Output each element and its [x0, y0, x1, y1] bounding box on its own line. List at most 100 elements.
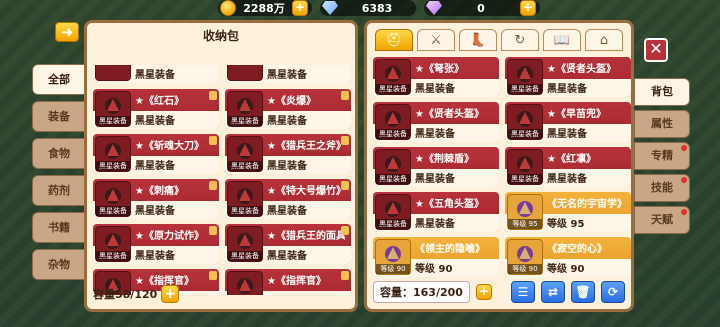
- item-subtitle: 黑星装备: [267, 116, 307, 127]
- lock-icon: [209, 181, 217, 190]
- item-icon: 黑星装备: [507, 59, 543, 95]
- item-card[interactable]: 等级 95 《无名的宇宙学》 等级 95: [505, 192, 631, 232]
- storage-grid: 黑星装备 黑星装备 黑星装备 ★《红石》 黑星装备 黑星装备 ★《炎爆》 黑星装备 黑星装备 ★《…: [93, 65, 353, 295]
- item-icon: 黑星装备: [227, 181, 263, 217]
- item-card[interactable]: 黑星装备 ★《炎爆》 黑星装备: [225, 89, 351, 129]
- item-subtitle: 黑星装备: [267, 70, 307, 81]
- gold-amount: 2288万: [243, 2, 285, 15]
- item-icon: 等级 90: [375, 239, 411, 275]
- item-subtitle: 黑星装备: [267, 161, 307, 172]
- ring-filter-icon[interactable]: ↻: [501, 29, 539, 51]
- item-card[interactable]: 黑星装备 ★《早苗兜》 黑星装备: [505, 102, 631, 142]
- purple-gem-currency: 0 +: [424, 0, 540, 16]
- back-button[interactable]: ➜: [55, 22, 79, 42]
- lock-icon: [209, 271, 217, 280]
- add-purple-gem-button[interactable]: +: [520, 0, 536, 16]
- item-card[interactable]: 等级 90 《寂空的心》 等级 90: [505, 237, 631, 277]
- refresh-icon[interactable]: ⟳: [601, 281, 625, 303]
- item-subtitle: 黑星装备: [547, 129, 587, 140]
- item-name: ★《红石》: [135, 96, 184, 107]
- item-card[interactable]: 黑星装备 ★《原力试作》 黑星装备: [93, 224, 219, 264]
- item-name: ★《五角头盔》: [415, 199, 484, 210]
- tab-skills[interactable]: 技能: [634, 174, 690, 202]
- item-card[interactable]: 黑星装备 ★《刺痛》 黑星装备: [93, 179, 219, 219]
- close-button[interactable]: ✕: [644, 38, 668, 62]
- item-name: ★《早苗兜》: [547, 109, 606, 120]
- trash-icon[interactable]: 🗑: [571, 281, 595, 303]
- expand-storage-button[interactable]: +: [161, 285, 180, 303]
- notification-dot: [681, 145, 687, 151]
- tab-equipment[interactable]: 装备: [32, 101, 86, 132]
- gold-coin-icon: [220, 0, 236, 16]
- item-card[interactable]: 黑星装备 ★《红石》 黑星装备: [93, 89, 219, 129]
- item-card[interactable]: 黑星装备 ★《指挥官》: [225, 269, 351, 295]
- item-name: 《寂空的心》: [547, 244, 607, 255]
- lock-icon: [341, 136, 349, 145]
- tab-all[interactable]: 全部: [32, 64, 86, 95]
- character-tabs: 背包 属性 专精 技能 天赋: [634, 78, 690, 238]
- house-filter-icon[interactable]: ⌂: [585, 29, 623, 51]
- item-name: ★《原力试作》: [135, 231, 204, 242]
- item-name: ★《红凛》: [547, 154, 596, 165]
- item-card[interactable]: 黑星装备 ★《斩魂大刀》 黑星装备: [93, 134, 219, 174]
- tab-talent[interactable]: 天赋: [634, 206, 690, 234]
- notification-dot: [681, 177, 687, 183]
- storage-title: 收纳包: [202, 29, 239, 43]
- item-card[interactable]: 黑星装备: [225, 65, 351, 83]
- tab-backpack[interactable]: 背包: [634, 78, 690, 106]
- item-name: ★《猎兵王之斧》: [267, 141, 345, 152]
- backpack-grid: 黑星装备 ★《弩张》 黑星装备 黑星装备 ★《贤者头盔》 黑星装备 黑星装备 ★《贤者头盔》黑…: [373, 57, 631, 282]
- item-name: ★《刺痛》: [135, 186, 184, 197]
- helmet-filter-icon[interactable]: ⛑: [375, 29, 413, 51]
- diamond-amount: 6383: [361, 1, 393, 15]
- tab-mastery[interactable]: 专精: [634, 142, 690, 170]
- list-icon[interactable]: ☰: [511, 281, 535, 303]
- item-card[interactable]: 黑星装备 ★《猎兵王之斧》 黑星装备: [225, 134, 351, 174]
- item-icon: 黑星装备: [507, 104, 543, 140]
- item-name: ★《荆棘盾》: [415, 154, 474, 165]
- item-subtitle: 黑星装备: [267, 206, 307, 217]
- item-card[interactable]: 黑星装备 ★《贤者头盔》 黑星装备: [373, 102, 499, 142]
- item-card[interactable]: 黑星装备 ★《荆棘盾》 黑星装备: [373, 147, 499, 187]
- item-card[interactable]: 黑星装备 ★《贤者头盔》 黑星装备: [505, 57, 631, 97]
- currency-bar: 2288万 + 6383 0 +: [218, 0, 540, 16]
- item-name: ★《指挥官》: [267, 276, 326, 287]
- item-card[interactable]: 黑星装备: [93, 65, 219, 83]
- item-icon: 黑星装备: [227, 91, 263, 127]
- item-icon: [227, 65, 263, 81]
- item-name: 《领主的隐喻》: [415, 244, 485, 255]
- book-filter-icon[interactable]: 📖: [543, 29, 581, 51]
- item-card[interactable]: 黑星装备 ★《猎兵王的面具》黑星装备: [225, 224, 351, 264]
- tab-potion[interactable]: 药剂: [32, 175, 86, 206]
- category-tabs: 全部 装备 食物 药剂 书籍 杂物: [32, 64, 86, 286]
- item-name: ★《贤者头盔》: [415, 109, 484, 120]
- notification-dot: [681, 209, 687, 215]
- swap-icon[interactable]: ⇄: [541, 281, 565, 303]
- item-card[interactable]: 黑星装备 ★《红凛》 黑星装备: [505, 147, 631, 187]
- tab-books[interactable]: 书籍: [32, 212, 86, 243]
- item-name: 《无名的宇宙学》: [547, 199, 625, 210]
- lock-icon: [209, 226, 217, 235]
- item-subtitle: 黑星装备: [135, 206, 175, 217]
- item-icon: 黑星装备: [227, 271, 263, 295]
- item-card[interactable]: 黑星装备 ★《特大号爆竹》 黑星装备: [225, 179, 351, 219]
- item-card[interactable]: 黑星装备 ★《五角头盔》 黑星装备: [373, 192, 499, 232]
- item-card[interactable]: 黑星装备 ★《弩张》 黑星装备: [373, 57, 499, 97]
- item-icon: 黑星装备: [95, 136, 131, 172]
- item-name: ★《猎兵王的面具》: [267, 231, 345, 242]
- gold-currency: 2288万 +: [218, 0, 312, 16]
- boot-filter-icon[interactable]: 👢: [459, 29, 497, 51]
- lock-icon: [209, 136, 217, 145]
- item-icon: 黑星装备: [227, 136, 263, 172]
- item-icon: 等级 90: [507, 239, 543, 275]
- item-card[interactable]: 等级 90 《领主的隐喻》 等级 90: [373, 237, 499, 277]
- backpack-panel: ⛑ ⚔ 👢 ↻ 📖 ⌂ 黑星装备 ★《弩张》 黑星装备 黑星装备 ★《贤者头盔》 黑星装备…: [364, 20, 634, 312]
- sword-filter-icon[interactable]: ⚔: [417, 29, 455, 51]
- expand-backpack-button[interactable]: +: [475, 284, 492, 300]
- backpack-footer: 容量：163/200 + ☰ ⇄ 🗑 ⟳: [373, 280, 625, 304]
- add-gold-button[interactable]: +: [292, 0, 308, 16]
- tab-misc[interactable]: 杂物: [32, 249, 86, 280]
- tab-attributes[interactable]: 属性: [634, 110, 690, 138]
- tab-food[interactable]: 食物: [32, 138, 86, 169]
- backpack-filter-tabs: ⛑ ⚔ 👢 ↻ 📖 ⌂: [375, 29, 623, 51]
